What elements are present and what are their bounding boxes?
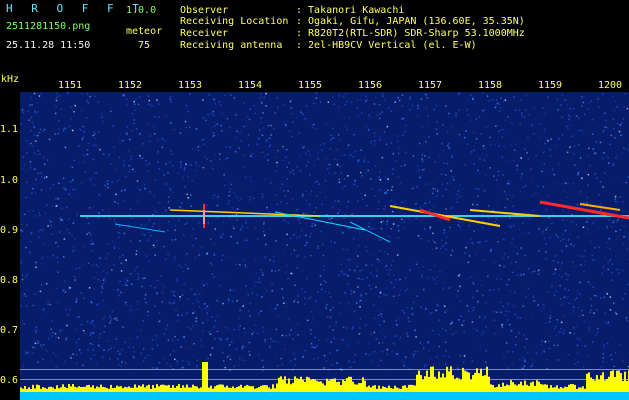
- freq-tick-0-9: 0.9: [0, 225, 19, 236]
- file-name: 2511281150.png: [6, 21, 91, 32]
- time-tick-1156: 1156: [358, 80, 383, 91]
- freq-tick-0-6: 0.6: [0, 375, 19, 386]
- receiver-label: Receiver: [180, 28, 229, 39]
- time-tick-1155: 1155: [298, 80, 323, 91]
- app-version: 1.0.0: [126, 5, 157, 16]
- time-tick-1154: 1154: [238, 80, 263, 91]
- time-tick-1200: 1200: [598, 80, 623, 91]
- freq-tick-1-0: 1.0: [0, 175, 19, 186]
- freq-tick-0-8: 0.8: [0, 275, 19, 286]
- location-value: : Ogaki, Gifu, JAPAN (136.60E, 35.35N): [296, 16, 525, 27]
- time-tick-1157: 1157: [418, 80, 443, 91]
- spectrogram-plot: [20, 92, 629, 400]
- location-label: Receiving Location: [180, 16, 289, 27]
- time-tick-1151: 1151: [58, 80, 83, 91]
- antenna-label: Receiving antenna: [180, 40, 283, 51]
- freq-tick-0-7: 0.7: [0, 325, 19, 336]
- meteor-count: 75: [138, 40, 151, 51]
- mode-label: meteor: [126, 26, 163, 37]
- header-panel: H R O F F T 1.0.0 2511281150.png meteor …: [0, 0, 629, 78]
- time-tick-1158: 1158: [478, 80, 503, 91]
- signal-level-bars: [20, 362, 629, 400]
- frequency-unit-label: kHz: [1, 74, 20, 85]
- freq-tick-1-1: 1.1: [0, 124, 19, 135]
- receiver-value: : R820T2(RTL-SDR) SDR-Sharp 53.1000MHz: [296, 28, 525, 39]
- antenna-value: : 2el-HB9CV Vertical (el. E-W): [296, 40, 477, 51]
- time-tick-1152: 1152: [118, 80, 143, 91]
- app-brand: H R O F F T: [6, 2, 145, 15]
- date-time: 25.11.28 11:50: [6, 40, 91, 51]
- observer-label: Observer: [180, 5, 229, 16]
- time-tick-1159: 1159: [538, 80, 563, 91]
- time-tick-1153: 1153: [178, 80, 203, 91]
- observer-value: : Takanori Kawachi: [296, 5, 405, 16]
